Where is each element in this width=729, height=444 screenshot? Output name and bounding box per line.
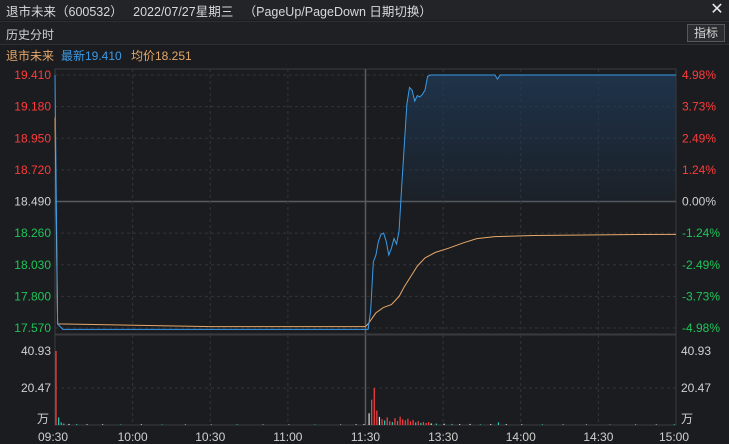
time-tick-label: 14:00	[506, 430, 536, 444]
price-tick-label: 19.180	[14, 100, 51, 114]
time-tick-label: 15:00	[659, 430, 689, 444]
percent-tick-label: -4.98%	[682, 321, 720, 335]
percent-tick-label: 0.00%	[682, 195, 716, 209]
price-area-fill	[399, 75, 676, 202]
volume-tick-label: 40.93	[21, 344, 51, 358]
window-title: 退市未来（600532） 2022/07/27星期三 （PageUp/PageD…	[6, 4, 432, 19]
window-title-bar: 退市未来（600532） 2022/07/27星期三 （PageUp/PageD…	[0, 0, 729, 20]
price-tick-label: 18.950	[14, 131, 51, 145]
quote-info-bar: 退市未来 最新19.410 均价18.251	[0, 45, 729, 63]
percent-tick-label: -1.24%	[682, 226, 720, 240]
price-tick-label: 18.030	[14, 258, 51, 272]
percent-tick-label: 2.49%	[682, 131, 716, 145]
time-tick-label: 11:00	[273, 430, 302, 444]
price-tick-label: 19.410	[14, 68, 51, 82]
time-tick-label: 13:30	[428, 430, 458, 444]
volume-unit-label: 万	[37, 412, 49, 426]
history-timeshare-label: 历史分时	[6, 28, 55, 42]
price-tick-label: 18.720	[14, 163, 51, 177]
volume-unit-label: 万	[681, 412, 693, 426]
volume-tick-label: 20.47	[681, 381, 711, 395]
volume-tick-label: 20.47	[21, 381, 51, 395]
percent-tick-label: 1.24%	[682, 163, 716, 177]
average-price-label: 均价18.251	[131, 49, 192, 63]
time-tick-label: 11:30	[351, 430, 380, 444]
time-tick-label: 14:30	[583, 430, 613, 444]
close-icon[interactable]: ✕	[709, 0, 725, 20]
percent-tick-label: -2.49%	[682, 258, 720, 272]
percent-tick-label: -3.73%	[682, 289, 720, 303]
volume-tick-label: 40.93	[681, 344, 711, 358]
price-tick-label: 17.570	[14, 321, 51, 335]
percent-tick-label: 3.73%	[682, 100, 716, 114]
time-tick-label: 10:00	[118, 430, 148, 444]
intraday-chart[interactable]: 19.410 4.98% 19.180 3.73% 18.950 2.49% 18.720 1…	[0, 63, 729, 444]
price-tick-label: 18.260	[14, 226, 51, 240]
time-tick-label: 09:30	[38, 430, 68, 444]
price-tick-label: 18.490	[14, 195, 51, 209]
time-tick-label: 10:30	[195, 430, 225, 444]
price-tick-label: 17.800	[14, 289, 51, 303]
percent-tick-label: 4.98%	[682, 68, 716, 82]
indicator-button[interactable]: 指标	[686, 24, 725, 42]
stock-name: 退市未来	[6, 49, 55, 63]
chart-toolbar: 历史分时 指标	[0, 21, 729, 45]
latest-price-label: 最新19.410	[61, 49, 122, 63]
